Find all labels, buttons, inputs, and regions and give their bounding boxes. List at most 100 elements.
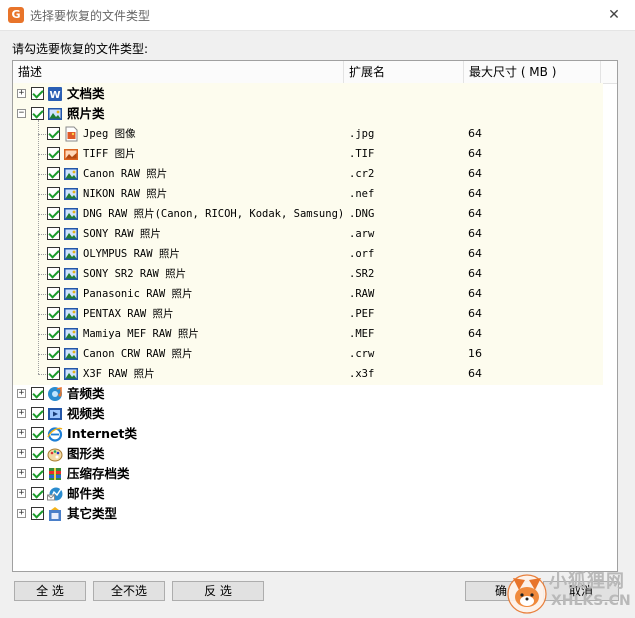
item-max-size: 64: [468, 327, 482, 340]
category-row[interactable]: + 压缩存档类: [13, 464, 603, 484]
item-checkbox[interactable]: [47, 367, 60, 380]
invert-selection-button[interactable]: 反 选: [172, 581, 264, 601]
category-checkbox[interactable]: [31, 427, 44, 440]
tree-connector: [38, 354, 46, 355]
expand-icon[interactable]: +: [17, 389, 26, 398]
category-row[interactable]: + 视频类: [13, 404, 603, 424]
item-label: OLYMPUS RAW 照片: [83, 248, 180, 260]
item-checkbox[interactable]: [47, 347, 60, 360]
item-checkbox[interactable]: [47, 187, 60, 200]
item-max-size: 64: [468, 227, 482, 240]
raw-photo-icon: [63, 186, 79, 202]
item-max-size: 64: [468, 307, 482, 320]
item-label: DNG RAW 照片(Canon, RICOH, Kodak, Samsung): [83, 208, 345, 220]
category-label: 压缩存档类: [67, 466, 130, 481]
category-row[interactable]: + 音频类: [13, 384, 603, 404]
photo-item-row[interactable]: Canon CRW RAW 照片 .crw 16: [13, 344, 603, 364]
item-max-size: 64: [468, 247, 482, 260]
expand-icon[interactable]: +: [17, 469, 26, 478]
item-checkbox[interactable]: [47, 127, 60, 140]
photo-item-row[interactable]: Panasonic RAW 照片 .RAW 64: [13, 284, 603, 304]
category-label: 文档类: [67, 86, 105, 101]
item-label: TIFF 图片: [83, 148, 136, 160]
item-checkbox[interactable]: [47, 247, 60, 260]
item-extension: .crw: [349, 348, 375, 360]
item-label: Jpeg 图像: [83, 128, 136, 140]
item-checkbox[interactable]: [47, 167, 60, 180]
category-label: 邮件类: [67, 486, 105, 501]
photo-item-row[interactable]: TIFF 图片 .TIF 64: [13, 144, 603, 164]
item-checkbox[interactable]: [47, 207, 60, 220]
photo-item-row[interactable]: SONY SR2 RAW 照片 .SR2 64: [13, 264, 603, 284]
category-checkbox[interactable]: [31, 87, 44, 100]
category-checkbox[interactable]: [31, 467, 44, 480]
category-checkbox[interactable]: [31, 507, 44, 520]
select-all-button[interactable]: 全 选: [14, 581, 86, 601]
category-label: 图形类: [67, 446, 105, 461]
category-label: 视频类: [67, 406, 105, 421]
photo-item-row[interactable]: OLYMPUS RAW 照片 .orf 64: [13, 244, 603, 264]
photo-item-row[interactable]: Jpeg 图像 .jpg 64: [13, 124, 603, 144]
title-bar: G 选择要恢复的文件类型 ✕: [0, 0, 635, 31]
watermark-url: XHLKS.CN: [551, 593, 631, 609]
item-checkbox[interactable]: [47, 227, 60, 240]
category-checkbox[interactable]: [31, 407, 44, 420]
select-none-button[interactable]: 全不选: [93, 581, 165, 601]
tree-connector: [38, 154, 46, 155]
expand-icon[interactable]: +: [17, 89, 26, 98]
photo-item-row[interactable]: DNG RAW 照片(Canon, RICOH, Kodak, Samsung)…: [13, 204, 603, 224]
photo-item-row[interactable]: PENTAX RAW 照片 .PEF 64: [13, 304, 603, 324]
tree-header: 描述 扩展名 最大尺寸 ( MB ): [13, 61, 617, 84]
column-header-max-size[interactable]: 最大尺寸 ( MB ): [464, 61, 601, 83]
item-label: Canon CRW RAW 照片: [83, 348, 193, 360]
raw-photo-icon: [63, 366, 79, 382]
item-checkbox[interactable]: [47, 267, 60, 280]
category-row[interactable]: − 照片类: [13, 104, 603, 124]
photo-item-row[interactable]: X3F RAW 照片 .x3f 64: [13, 364, 603, 384]
expand-icon[interactable]: +: [17, 429, 26, 438]
item-extension: .RAW: [349, 288, 375, 300]
category-checkbox[interactable]: [31, 447, 44, 460]
video-icon: [47, 406, 63, 422]
raw-photo-icon: [63, 266, 79, 282]
category-checkbox[interactable]: [31, 107, 44, 120]
item-extension: .DNG: [349, 208, 375, 220]
column-header-extension[interactable]: 扩展名: [344, 61, 464, 83]
photo-item-row[interactable]: SONY RAW 照片 .arw 64: [13, 224, 603, 244]
category-row[interactable]: + 邮件类: [13, 484, 603, 504]
item-label: SONY SR2 RAW 照片: [83, 268, 187, 280]
mail-icon: [47, 486, 63, 502]
photo-item-row[interactable]: Mamiya MEF RAW 照片 .MEF 64: [13, 324, 603, 344]
item-checkbox[interactable]: [47, 327, 60, 340]
item-max-size: 64: [468, 287, 482, 300]
item-label: Panasonic RAW 照片: [83, 288, 193, 300]
audio-icon: [47, 386, 63, 402]
item-checkbox[interactable]: [47, 307, 60, 320]
category-checkbox[interactable]: [31, 487, 44, 500]
expand-icon[interactable]: +: [17, 489, 26, 498]
photo-item-row[interactable]: NIKON RAW 照片 .nef 64: [13, 184, 603, 204]
close-button[interactable]: ✕: [602, 3, 626, 27]
expand-icon[interactable]: +: [17, 509, 26, 518]
category-checkbox[interactable]: [31, 387, 44, 400]
window-title: 选择要恢复的文件类型: [30, 9, 151, 23]
collapse-icon[interactable]: −: [17, 109, 26, 118]
category-row[interactable]: + 图形类: [13, 444, 603, 464]
tree-connector: [38, 194, 46, 195]
expand-icon[interactable]: +: [17, 409, 26, 418]
photo-item-row[interactable]: Canon RAW 照片 .cr2 64: [13, 164, 603, 184]
item-max-size: 64: [468, 147, 482, 160]
tree-connector: [38, 234, 46, 235]
item-extension: .orf: [349, 248, 375, 260]
category-row[interactable]: + 其它类型: [13, 504, 603, 524]
item-checkbox[interactable]: [47, 147, 60, 160]
column-header-description[interactable]: 描述: [13, 61, 344, 83]
category-row[interactable]: + W 文档类: [13, 84, 603, 104]
close-icon: ✕: [608, 7, 620, 23]
category-row[interactable]: + Internet类: [13, 424, 603, 444]
expand-icon[interactable]: +: [17, 449, 26, 458]
item-checkbox[interactable]: [47, 287, 60, 300]
tree-connector: [38, 254, 46, 255]
graphics-palette-icon: [47, 446, 63, 462]
file-type-tree: 描述 扩展名 最大尺寸 ( MB ) + W 文档类 − 照片类 Jpeg 图像 .jpg 6…: [12, 60, 618, 572]
